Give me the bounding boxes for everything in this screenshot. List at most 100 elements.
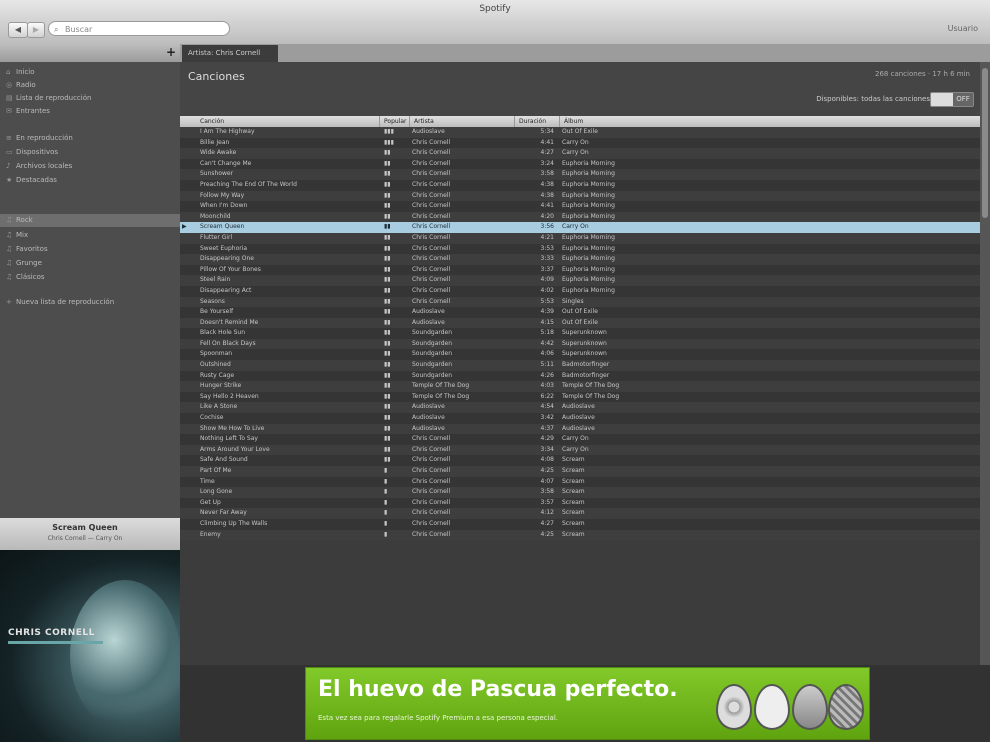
track-title: Seasons [200,297,225,305]
table-row[interactable]: Steel Rain ▮▮ Chris Cornell 4:09 Euphoria Mo… [180,275,980,286]
table-row[interactable]: Get Up ▮ Chris Cornell 3:57 Scream [180,497,980,509]
table-row[interactable]: Hunger Strike ▮▮ Temple Of The Dog 4:03 Temp… [180,381,980,392]
track-artist: Soundgarden [412,339,453,347]
sidebar-item[interactable]: ▭ Dispositivos [6,146,58,159]
table-row[interactable]: Like A Stone ▮▮ Audioslave 4:54 Audioslave [180,402,980,414]
track-artist: Chris Cornell [412,498,451,506]
album-cover[interactable]: CHRIS CORNELL [0,550,180,742]
table-row[interactable]: Safe And Sound ▮▮ Chris Cornell 4:08 Scream [180,455,980,466]
col-duration[interactable]: Duración [515,116,560,127]
track-title: Show Me How To Live [200,424,265,432]
available-toggle[interactable]: OFF [930,92,974,107]
col-title[interactable]: Canción [180,116,380,127]
track-title: Disappearing Act [200,286,252,294]
col-album[interactable]: Álbum [560,116,980,127]
table-row[interactable]: Pillow Of Your Bones ▮▮ Chris Cornell 3:37 E… [180,264,980,276]
scrollbar[interactable] [980,62,990,665]
track-popularity: ▮▮ [384,329,391,337]
search-input[interactable]: ⌕ Buscar [48,21,230,36]
track-duration: 4:27 [540,149,554,157]
table-row[interactable]: Preaching The End Of The World ▮▮ Chris Co… [180,179,980,191]
track-title: Flutter Girl [200,233,233,241]
table-row[interactable]: Say Hello 2 Heaven ▮▮ Temple Of The Dog 6:2… [180,391,980,403]
track-duration: 3:58 [540,170,554,178]
table-row[interactable]: Fell On Black Days ▮▮ Soundgarden 4:42 Super… [180,338,980,350]
track-artist: Chris Cornell [412,467,451,474]
table-row[interactable]: Climbing Up The Walls ▮ Chris Cornell 4:27 S… [180,518,980,530]
add-playlist-icon[interactable]: + [166,45,176,59]
table-row[interactable]: Part Of Me ▮ Chris Cornell 4:25 Scream [180,466,980,477]
table-row[interactable]: ▶ Scream Queen ▮▮ Chris Cornell 3:56 Carry On [180,222,980,233]
new-playlist-button[interactable]: + Nueva lista de reproducción [6,296,114,309]
track-album: Euphoria Morning [562,170,615,178]
sidebar-item[interactable]: ⌂ Inicio [6,66,35,79]
table-row[interactable]: Black Hole Sun ▮▮ Soundgarden 5:18 Superunkn… [180,328,980,339]
sidebar-item[interactable]: ▤ Lista de reproducción [6,92,91,105]
track-artist: Chris Cornell [412,519,451,527]
track-list: I Am The Highway ▮▮▮ Audioslave 5:34 Out Of … [180,127,980,541]
sidebar-item[interactable]: ≡ En reproducción [6,132,73,145]
sidebar-item[interactable]: ♫ Favoritos [6,243,48,256]
table-row[interactable]: Follow My Way ▮▮ Chris Cornell 4:38 Euphoria… [180,190,980,202]
table-row[interactable]: Nothing Left To Say ▮▮ Chris Cornell 4:29 Ca… [180,434,980,445]
track-popularity: ▮▮ [384,350,391,358]
sidebar-item[interactable]: ★ Destacadas [6,174,57,187]
col-artist[interactable]: Artista [410,116,515,127]
user-menu[interactable]: Usuario [948,24,978,33]
table-row[interactable]: I Am The Highway ▮▮▮ Audioslave 5:34 Out Of … [180,127,980,138]
sidebar-item[interactable]: ◎ Radio [6,79,36,92]
table-row[interactable]: Sunshower ▮▮ Chris Cornell 3:58 Euphoria Mor… [180,169,980,180]
table-row[interactable]: Sweet Euphoria ▮▮ Chris Cornell 3:53 Euphori… [180,243,980,255]
table-row[interactable]: Rusty Cage ▮▮ Soundgarden 4:26 Badmotorfinge… [180,370,980,382]
table-row[interactable]: Moonchild ▮▮ Chris Cornell 4:20 Euphoria Mor… [180,211,980,223]
forward-button[interactable]: ▶ [27,22,45,38]
sidebar-item[interactable]: ✉ Entrantes [6,105,50,118]
table-row[interactable]: Wide Awake ▮▮ Chris Cornell 4:27 Carry On [180,148,980,159]
table-row[interactable]: Billie Jean ▮▮▮ Chris Cornell 4:41 Carry On [180,137,980,149]
table-row[interactable]: Flutter Girl ▮▮ Chris Cornell 4:21 Euphoria … [180,232,980,244]
table-row[interactable]: Doesn't Remind Me ▮▮ Audioslave 4:15 Out Of … [180,317,980,329]
table-row[interactable]: When I'm Down ▮▮ Chris Cornell 4:41 Euphoria… [180,201,980,212]
table-row[interactable]: Arms Around Your Love ▮▮ Chris Cornell 3:34… [180,444,980,456]
table-row[interactable]: Enemy ▮ Chris Cornell 4:25 Scream [180,529,980,541]
track-artist: Chris Cornell [412,435,451,443]
scrollbar-thumb[interactable] [982,68,988,218]
track-duration: 4:27 [540,519,554,527]
table-row[interactable]: Be Yourself ▮▮ Audioslave 4:39 Out Of Exile [180,307,980,318]
table-row[interactable]: Seasons ▮▮ Chris Cornell 5:53 Singles [180,296,980,308]
now-playing-panel[interactable]: Scream Queen Chris Cornell — Carry On [0,518,180,550]
track-popularity: ▮▮ [384,276,391,284]
sidebar-item[interactable]: ♫ Mix [6,229,28,242]
track-duration: 3:33 [540,255,554,263]
col-popularity[interactable]: Popular [380,116,410,127]
sidebar-item[interactable]: ♫ Grunge [6,257,42,270]
sidebar-item[interactable]: ♪ Archivos locales [6,160,72,173]
sidebar-item-label: Favoritos [16,245,48,253]
playlist-icon: ♫ [6,216,13,224]
track-artist: Chris Cornell [412,223,451,231]
queue-icon: ≡ [6,134,12,142]
table-row[interactable]: Outshined ▮▮ Soundgarden 5:11 Badmotorfinger [180,360,980,371]
sidebar-item[interactable]: ♫ Rock [6,214,33,227]
tab-artist[interactable]: Artista: Chris Cornell [182,45,278,62]
cover-portrait [70,580,180,730]
track-album: Euphoria Morning [562,286,615,294]
table-row[interactable]: Disappearing Act ▮▮ Chris Cornell 4:02 Eupho… [180,285,980,297]
playlist-icon: ♫ [6,259,13,267]
back-button[interactable]: ◀ [8,22,28,38]
table-row[interactable]: Never Far Away ▮ Chris Cornell 4:12 Scream [180,508,980,519]
ad-banner[interactable]: El huevo de Pascua perfecto. Esta vez se… [305,667,870,740]
track-album: Euphoria Morning [562,180,615,188]
table-row[interactable]: Long Gone ▮ Chris Cornell 3:58 Scream [180,487,980,498]
table-row[interactable]: Disappearing One ▮▮ Chris Cornell 3:33 Eupho… [180,254,980,265]
track-album: Euphoria Morning [562,255,615,263]
table-row[interactable]: Show Me How To Live ▮▮ Audioslave 4:37 Audio… [180,423,980,435]
table-row[interactable]: Time ▮ Chris Cornell 4:07 Scream [180,476,980,488]
table-row[interactable]: Spoonman ▮▮ Soundgarden 4:06 Superunknown [180,349,980,361]
sidebar-item[interactable]: ♫ Clásicos [6,271,45,284]
table-row[interactable]: Cochise ▮▮ Audioslave 3:42 Audioslave [180,413,980,424]
table-row[interactable]: Can't Change Me ▮▮ Chris Cornell 3:24 Euphor… [180,158,980,170]
now-playing-title: Scream Queen [52,523,118,532]
track-duration: 4:54 [540,403,554,411]
track-artist: Chris Cornell [412,149,451,157]
